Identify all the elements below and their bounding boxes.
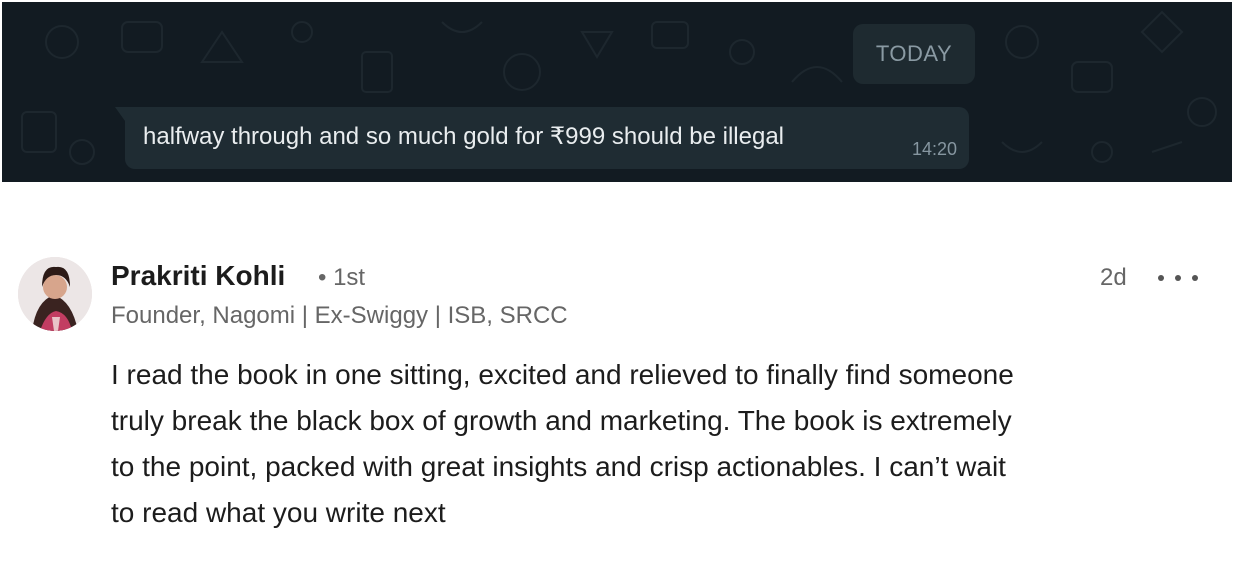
post-body-line: truly break the black box of growth and … bbox=[111, 405, 1012, 436]
post-body-line: to read what you write next bbox=[111, 497, 446, 528]
message-bubble[interactable]: halfway through and so much gold for ₹99… bbox=[115, 107, 969, 169]
post-body-line: to the point, packed with great insights… bbox=[111, 451, 1006, 482]
avatar-photo bbox=[18, 257, 92, 331]
post-card: Prakriti Kohli • 1st Founder, Nagomi | E… bbox=[0, 182, 1236, 569]
more-options-icon[interactable] bbox=[1158, 268, 1198, 288]
message-time: 14:20 bbox=[911, 139, 957, 159]
bubble-tail-icon bbox=[115, 107, 125, 121]
dot bbox=[1158, 275, 1164, 281]
dot bbox=[1175, 275, 1181, 281]
author-headline: Founder, Nagomi | Ex-Swiggy | ISB, SRCC bbox=[111, 302, 568, 329]
post-body-line: I read the book in one sitting, excited … bbox=[111, 359, 1014, 390]
post-timestamp: 2d bbox=[1100, 264, 1127, 291]
connection-degree: • 1st bbox=[318, 264, 366, 291]
chat-panel: TODAY halfway through and so much gold f… bbox=[2, 2, 1232, 182]
date-separator-label: TODAY bbox=[875, 41, 953, 66]
avatar[interactable] bbox=[18, 257, 92, 331]
date-separator-pill: TODAY bbox=[853, 24, 975, 84]
post-body: I read the book in one sitting, excited … bbox=[111, 352, 1211, 536]
author-name[interactable]: Prakriti Kohli bbox=[111, 260, 285, 292]
message-text: halfway through and so much gold for ₹99… bbox=[143, 123, 785, 150]
dot bbox=[1192, 275, 1198, 281]
